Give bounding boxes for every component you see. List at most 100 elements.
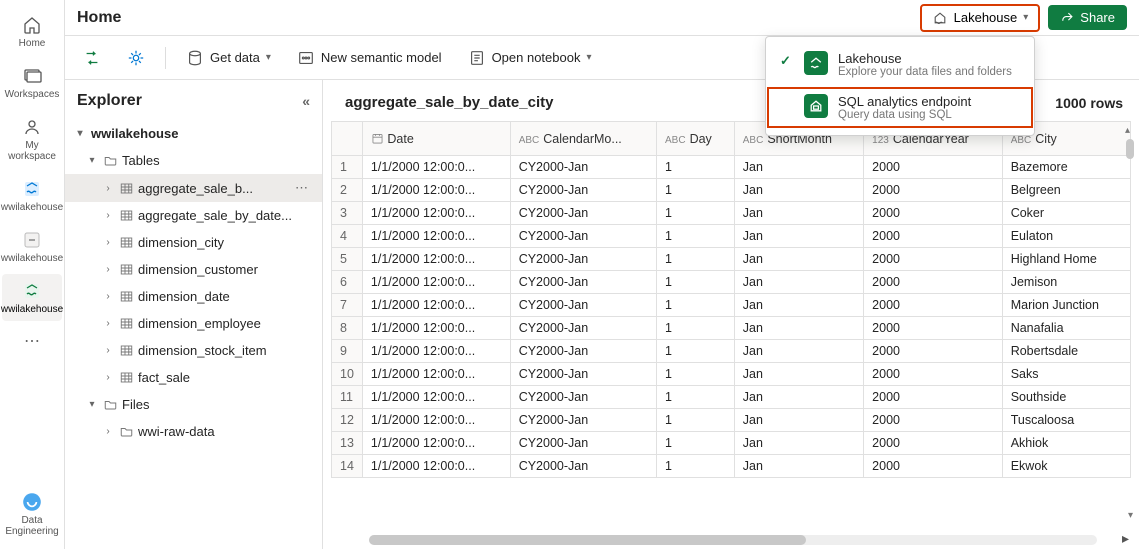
scroll-right-icon: ▸ <box>1122 530 1129 547</box>
table-icon <box>119 181 134 196</box>
dropdown-item-sql-endpoint[interactable]: SQL analytics endpoint Query data using … <box>766 86 1034 129</box>
scroll-up-icon: ▴ <box>1125 125 1130 136</box>
tree-table-item[interactable]: › dimension_date <box>65 283 322 310</box>
data-grid[interactable]: DateABCCalendarMo...ABCDayABCShortMonth1… <box>323 121 1139 549</box>
rail-home[interactable]: Home <box>2 8 62 55</box>
row-number: 10 <box>332 363 363 386</box>
rail-data-engineering[interactable]: Data Engineering <box>2 485 62 543</box>
scrollbar-thumb[interactable] <box>369 535 806 545</box>
table-row[interactable]: 31/1/2000 12:00:0...CY2000-Jan1Jan2000Co… <box>332 202 1131 225</box>
table-row[interactable]: 141/1/2000 12:00:0...CY2000-Jan1Jan2000E… <box>332 455 1131 478</box>
table-icon <box>119 235 134 250</box>
tree-table-item[interactable]: › dimension_city <box>65 229 322 256</box>
row-number: 4 <box>332 225 363 248</box>
chevron-right-icon: › <box>101 237 115 248</box>
rail-workspaces[interactable]: Workspaces <box>2 59 62 106</box>
settings-button[interactable] <box>121 45 151 71</box>
dropdown-item-lakehouse[interactable]: ✓ Lakehouse Explore your data files and … <box>766 43 1034 86</box>
table-row[interactable]: 21/1/2000 12:00:0...CY2000-Jan1Jan2000Be… <box>332 179 1131 202</box>
workspaces-icon <box>21 65 43 87</box>
rail-my-workspace[interactable]: My workspace <box>2 110 62 168</box>
table-row[interactable]: 51/1/2000 12:00:0...CY2000-Jan1Jan2000Hi… <box>332 248 1131 271</box>
chevron-down-icon: ▾ <box>73 128 87 139</box>
folder-icon <box>119 424 134 439</box>
rail-lakehouse-1[interactable]: wwilakehouse <box>2 172 62 219</box>
table-icon <box>119 343 134 358</box>
table-row[interactable]: 121/1/2000 12:00:0...CY2000-Jan1Jan2000T… <box>332 409 1131 432</box>
dd-sub: Query data using SQL <box>838 109 971 121</box>
cell: Jan <box>734 294 863 317</box>
cell: 1/1/2000 12:00:0... <box>362 386 510 409</box>
more-icon: ⋯ <box>24 331 40 351</box>
column-label: CalendarMo... <box>543 132 622 146</box>
vertical-scrollbar[interactable]: ▴ <box>1125 131 1135 331</box>
column-header[interactable]: ABCCalendarMo... <box>510 122 656 156</box>
tree-table-item[interactable]: › dimension_customer <box>65 256 322 283</box>
tree-label: dimension_date <box>138 289 314 304</box>
cell: CY2000-Jan <box>510 294 656 317</box>
chevron-right-icon: › <box>101 183 115 194</box>
table-row[interactable]: 91/1/2000 12:00:0...CY2000-Jan1Jan2000Ro… <box>332 340 1131 363</box>
share-button[interactable]: Share <box>1048 5 1127 30</box>
cell: 2000 <box>864 156 1003 179</box>
row-number: 13 <box>332 432 363 455</box>
data-table: DateABCCalendarMo...ABCDayABCShortMonth1… <box>331 121 1131 478</box>
row-count: 1000 rows <box>1055 95 1123 111</box>
rail-lakehouse-3[interactable]: wwilakehouse <box>2 274 62 321</box>
cell: Highland Home <box>1002 248 1130 271</box>
cell: 2000 <box>864 317 1003 340</box>
cell: CY2000-Jan <box>510 340 656 363</box>
tree-label: dimension_customer <box>138 262 314 277</box>
tree-table-item[interactable]: › dimension_employee <box>65 310 322 337</box>
collapse-explorer-button[interactable]: « <box>302 93 310 109</box>
tree-table-item[interactable]: › dimension_stock_item <box>65 337 322 364</box>
tree-label: wwilakehouse <box>91 126 314 141</box>
chevron-right-icon: › <box>101 372 115 383</box>
rail-more[interactable]: ⋯ <box>2 325 62 357</box>
open-notebook-button[interactable]: Open notebook ▾ <box>462 45 598 71</box>
rail-label: Home <box>19 38 46 49</box>
column-header[interactable]: ABCDay <box>657 122 735 156</box>
cell: Jan <box>734 271 863 294</box>
left-nav-rail: Home Workspaces My workspace wwilakehous… <box>0 0 65 549</box>
get-data-button[interactable]: Get data ▾ <box>180 45 277 71</box>
row-number: 1 <box>332 156 363 179</box>
table-icon <box>119 262 134 277</box>
refresh-button[interactable] <box>77 45 107 71</box>
tree-table-item[interactable]: › fact_sale <box>65 364 322 391</box>
cell: Marion Junction <box>1002 294 1130 317</box>
tree-files-node[interactable]: ▾ Files <box>65 391 322 418</box>
row-number: 6 <box>332 271 363 294</box>
table-row[interactable]: 41/1/2000 12:00:0...CY2000-Jan1Jan2000Eu… <box>332 225 1131 248</box>
column-header[interactable]: Date <box>362 122 510 156</box>
cell: 2000 <box>864 409 1003 432</box>
rail-lakehouse-2[interactable]: wwilakehouse <box>2 223 62 270</box>
table-row[interactable]: 111/1/2000 12:00:0...CY2000-Jan1Jan2000S… <box>332 386 1131 409</box>
table-row[interactable]: 131/1/2000 12:00:0...CY2000-Jan1Jan2000A… <box>332 432 1131 455</box>
cell: CY2000-Jan <box>510 432 656 455</box>
table-row[interactable]: 81/1/2000 12:00:0...CY2000-Jan1Jan2000Na… <box>332 317 1131 340</box>
scrollbar-thumb[interactable] <box>1126 139 1134 159</box>
home-icon <box>21 14 43 36</box>
horizontal-scrollbar[interactable] <box>369 535 1097 545</box>
tree-table-item[interactable]: › aggregate_sale_b... ⋯ <box>65 174 322 202</box>
table-row[interactable]: 101/1/2000 12:00:0...CY2000-Jan1Jan2000S… <box>332 363 1131 386</box>
more-actions-button[interactable]: ⋯ <box>289 180 314 196</box>
mode-lakehouse-button[interactable]: Lakehouse ▾ <box>920 4 1041 32</box>
cell: 1/1/2000 12:00:0... <box>362 202 510 225</box>
cell: CY2000-Jan <box>510 386 656 409</box>
cell: 1 <box>657 248 735 271</box>
mode-button-label: Lakehouse <box>954 10 1018 25</box>
mode-dropdown: ✓ Lakehouse Explore your data files and … <box>765 36 1035 136</box>
dd-sub: Explore your data files and folders <box>838 66 1012 78</box>
table-row[interactable]: 71/1/2000 12:00:0...CY2000-Jan1Jan2000Ma… <box>332 294 1131 317</box>
tree-folder-item[interactable]: › wwi-raw-data <box>65 418 322 445</box>
cell: 1 <box>657 271 735 294</box>
tree-root[interactable]: ▾ wwilakehouse <box>65 120 322 147</box>
cell: 1 <box>657 340 735 363</box>
tree-tables-node[interactable]: ▾ Tables <box>65 147 322 174</box>
table-row[interactable]: 61/1/2000 12:00:0...CY2000-Jan1Jan2000Je… <box>332 271 1131 294</box>
new-semantic-model-button[interactable]: New semantic model <box>291 45 448 71</box>
tree-table-item[interactable]: › aggregate_sale_by_date... <box>65 202 322 229</box>
table-row[interactable]: 11/1/2000 12:00:0...CY2000-Jan1Jan2000Ba… <box>332 156 1131 179</box>
